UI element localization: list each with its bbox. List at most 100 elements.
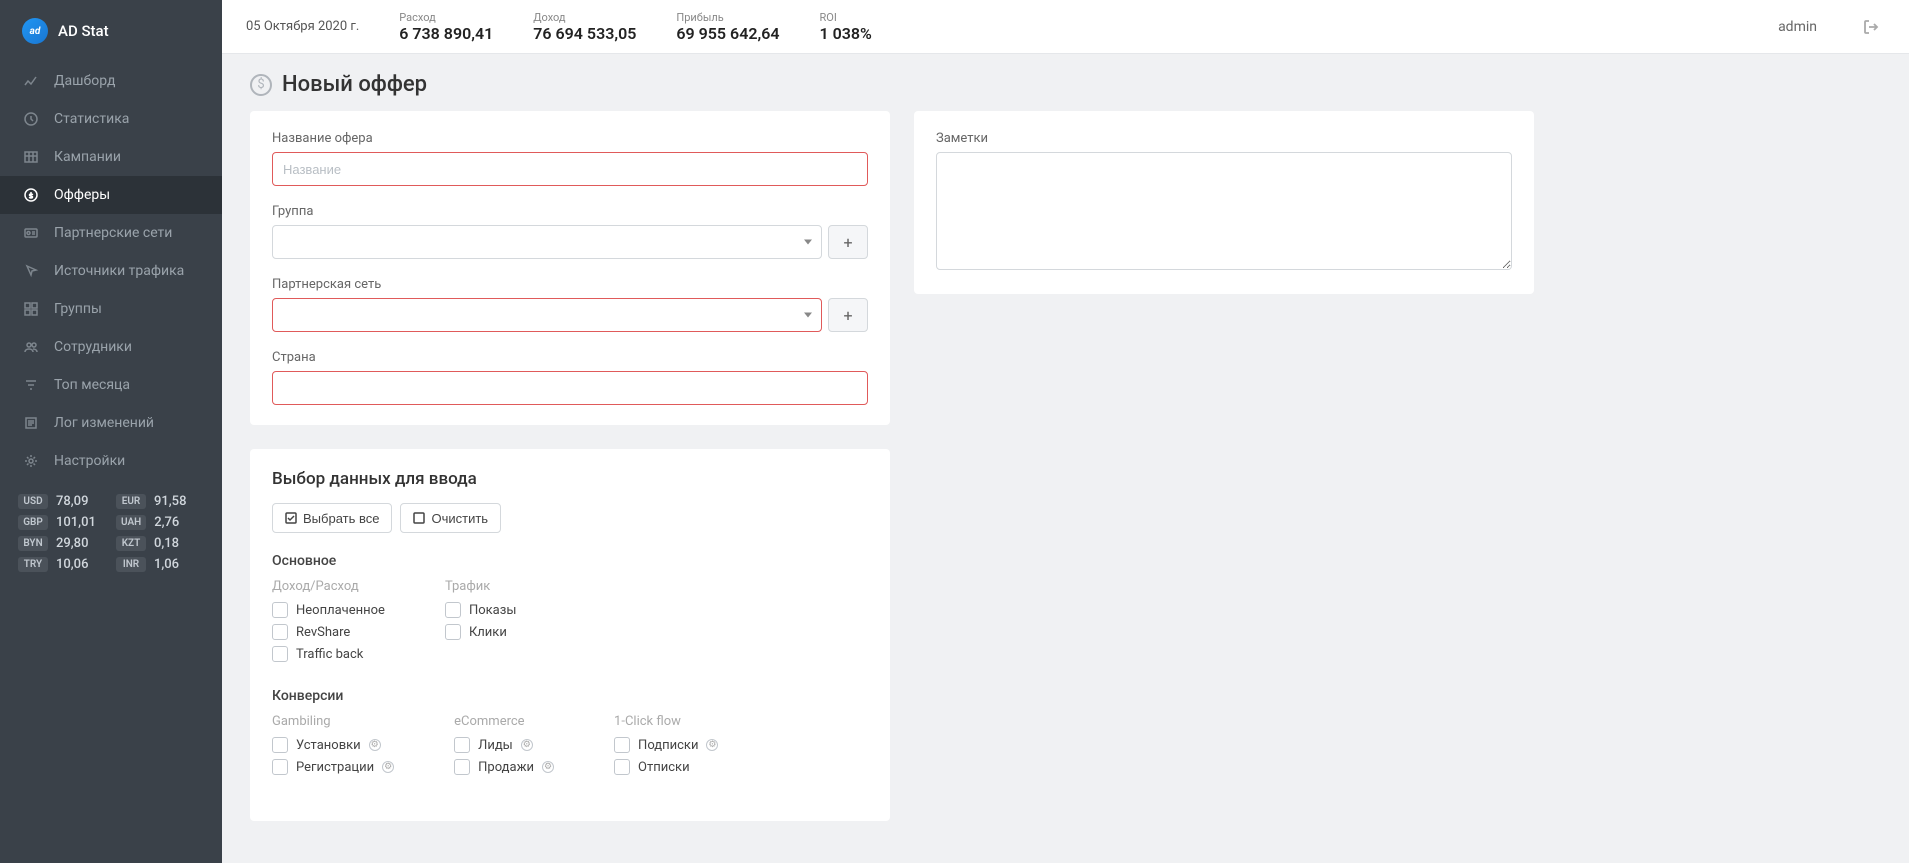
chart-icon — [22, 72, 40, 90]
rate-try: TRY10,06 — [18, 557, 106, 572]
cb-sales[interactable]: Продажи⚙ — [454, 759, 554, 775]
checkbox-icon — [272, 602, 288, 618]
dashboard-icon — [22, 300, 40, 318]
cb-subscriptions[interactable]: Подписки⚙ — [614, 737, 718, 753]
rate-uah: UAH2,76 — [116, 515, 204, 530]
nav-groups[interactable]: Группы — [0, 290, 222, 328]
rate-gbp: GBP101,01 — [18, 515, 106, 530]
cb-clicks[interactable]: Клики — [445, 624, 516, 640]
sidebar: ad AD Stat Дашборд Статистика Кампании О… — [0, 0, 222, 863]
square-icon — [413, 512, 425, 524]
checkbox-icon — [272, 759, 288, 775]
logo-icon: ad — [22, 18, 48, 44]
country-input[interactable] — [272, 371, 868, 405]
gear-small-icon[interactable]: ⚙ — [706, 739, 718, 751]
traffic-group-label: Трафик — [445, 579, 516, 594]
checkbox-icon — [454, 759, 470, 775]
network-select[interactable] — [272, 298, 822, 332]
country-label: Страна — [272, 350, 868, 365]
nav-sources[interactable]: Источники трафика — [0, 252, 222, 290]
grid-icon — [22, 148, 40, 166]
cb-trafficback[interactable]: Traffic back — [272, 646, 385, 662]
rate-usd: USD78,09 — [18, 494, 106, 509]
metric-income: Доход76 694 533,05 — [533, 11, 636, 43]
metric-profit: Прибыль69 955 642,64 — [676, 11, 779, 43]
checkbox-icon — [454, 737, 470, 753]
nav-networks[interactable]: Партнерские сети — [0, 214, 222, 252]
select-all-button[interactable]: Выбрать все — [272, 503, 392, 533]
nav-top-month[interactable]: Топ месяца — [0, 366, 222, 404]
nav-staff[interactable]: Сотрудники — [0, 328, 222, 366]
checkbox-icon — [272, 737, 288, 753]
users-icon — [22, 338, 40, 356]
notes-textarea[interactable] — [936, 152, 1512, 270]
topbar-date: 05 Октября 2020 г. — [246, 19, 359, 34]
cb-installs[interactable]: Установки⚙ — [272, 737, 394, 753]
metric-spend: Расход6 738 890,41 — [399, 11, 493, 43]
cb-registrations[interactable]: Регистрации⚙ — [272, 759, 394, 775]
nav-settings[interactable]: Настройки — [0, 442, 222, 480]
topbar: 05 Октября 2020 г. Расход6 738 890,41 До… — [222, 0, 1909, 54]
id-icon — [22, 224, 40, 242]
notes-label: Заметки — [936, 131, 1512, 146]
rate-inr: INR1,06 — [116, 557, 204, 572]
cb-revshare[interactable]: RevShare — [272, 624, 385, 640]
add-network-button[interactable]: + — [828, 298, 868, 332]
nav-offers[interactable]: Офферы — [0, 176, 222, 214]
dollar-icon — [22, 186, 40, 204]
oneclick-group-label: 1-Click flow — [614, 714, 718, 729]
logout-button[interactable] — [1857, 13, 1885, 41]
nav-statistics[interactable]: Статистика — [0, 100, 222, 138]
checkbox-icon — [614, 759, 630, 775]
income-group-label: Доход/Расход — [272, 579, 385, 594]
name-input[interactable] — [272, 152, 868, 186]
gear-small-icon[interactable]: ⚙ — [542, 761, 554, 773]
main-subtitle: Основное — [272, 553, 868, 569]
topbar-user[interactable]: admin — [1778, 19, 1817, 35]
page-title-row: $ Новый оффер — [250, 72, 1881, 97]
checkbox-icon — [272, 624, 288, 640]
rate-byn: BYN29,80 — [18, 536, 106, 551]
nav-campaigns[interactable]: Кампании — [0, 138, 222, 176]
gambling-group-label: Gambiling — [272, 714, 394, 729]
check-icon — [285, 512, 297, 524]
cb-unsubscriptions[interactable]: Отписки — [614, 759, 718, 775]
add-group-button[interactable]: + — [828, 225, 868, 259]
checkbox-icon — [445, 602, 461, 618]
offer-form-card: Название офера Группа + Партнерская сеть — [250, 111, 890, 425]
sidebar-header: ad AD Stat — [0, 0, 222, 62]
gear-icon — [22, 452, 40, 470]
clock-icon — [22, 110, 40, 128]
name-label: Название офера — [272, 131, 868, 146]
app-name: AD Stat — [58, 22, 109, 40]
checkbox-icon — [272, 646, 288, 662]
gear-small-icon[interactable]: ⚙ — [369, 739, 381, 751]
cb-unpaid[interactable]: Неоплаченное — [272, 602, 385, 618]
cursor-icon — [22, 262, 40, 280]
network-label: Партнерская сеть — [272, 277, 868, 292]
filter-icon — [22, 376, 40, 394]
conv-subtitle: Конверсии — [272, 688, 868, 704]
gear-small-icon[interactable]: ⚙ — [382, 761, 394, 773]
checkbox-icon — [445, 624, 461, 640]
page-title: Новый оффер — [282, 72, 427, 97]
group-label: Группа — [272, 204, 868, 219]
nav-changelog[interactable]: Лог изменений — [0, 404, 222, 442]
clear-button[interactable]: Очистить — [400, 503, 501, 533]
nav-dashboard[interactable]: Дашборд — [0, 62, 222, 100]
cb-impressions[interactable]: Показы — [445, 602, 516, 618]
rate-eur: EUR91,58 — [116, 494, 204, 509]
nav: Дашборд Статистика Кампании Офферы Партн… — [0, 62, 222, 480]
plus-icon: + — [843, 233, 852, 252]
group-select[interactable] — [272, 225, 822, 259]
data-sel-title: Выбор данных для ввода — [272, 469, 868, 489]
gear-small-icon[interactable]: ⚙ — [521, 739, 533, 751]
metric-roi: ROI1 038% — [820, 11, 872, 43]
cb-leads[interactable]: Лиды⚙ — [454, 737, 554, 753]
plus-icon: + — [843, 306, 852, 325]
dollar-circle-icon: $ — [250, 74, 272, 96]
ecom-group-label: eCommerce — [454, 714, 554, 729]
list-icon — [22, 414, 40, 432]
data-selection-card: Выбор данных для ввода Выбрать все Очист… — [250, 449, 890, 821]
currency-rates: USD78,09 EUR91,58 GBP101,01 UAH2,76 BYN2… — [0, 480, 222, 586]
